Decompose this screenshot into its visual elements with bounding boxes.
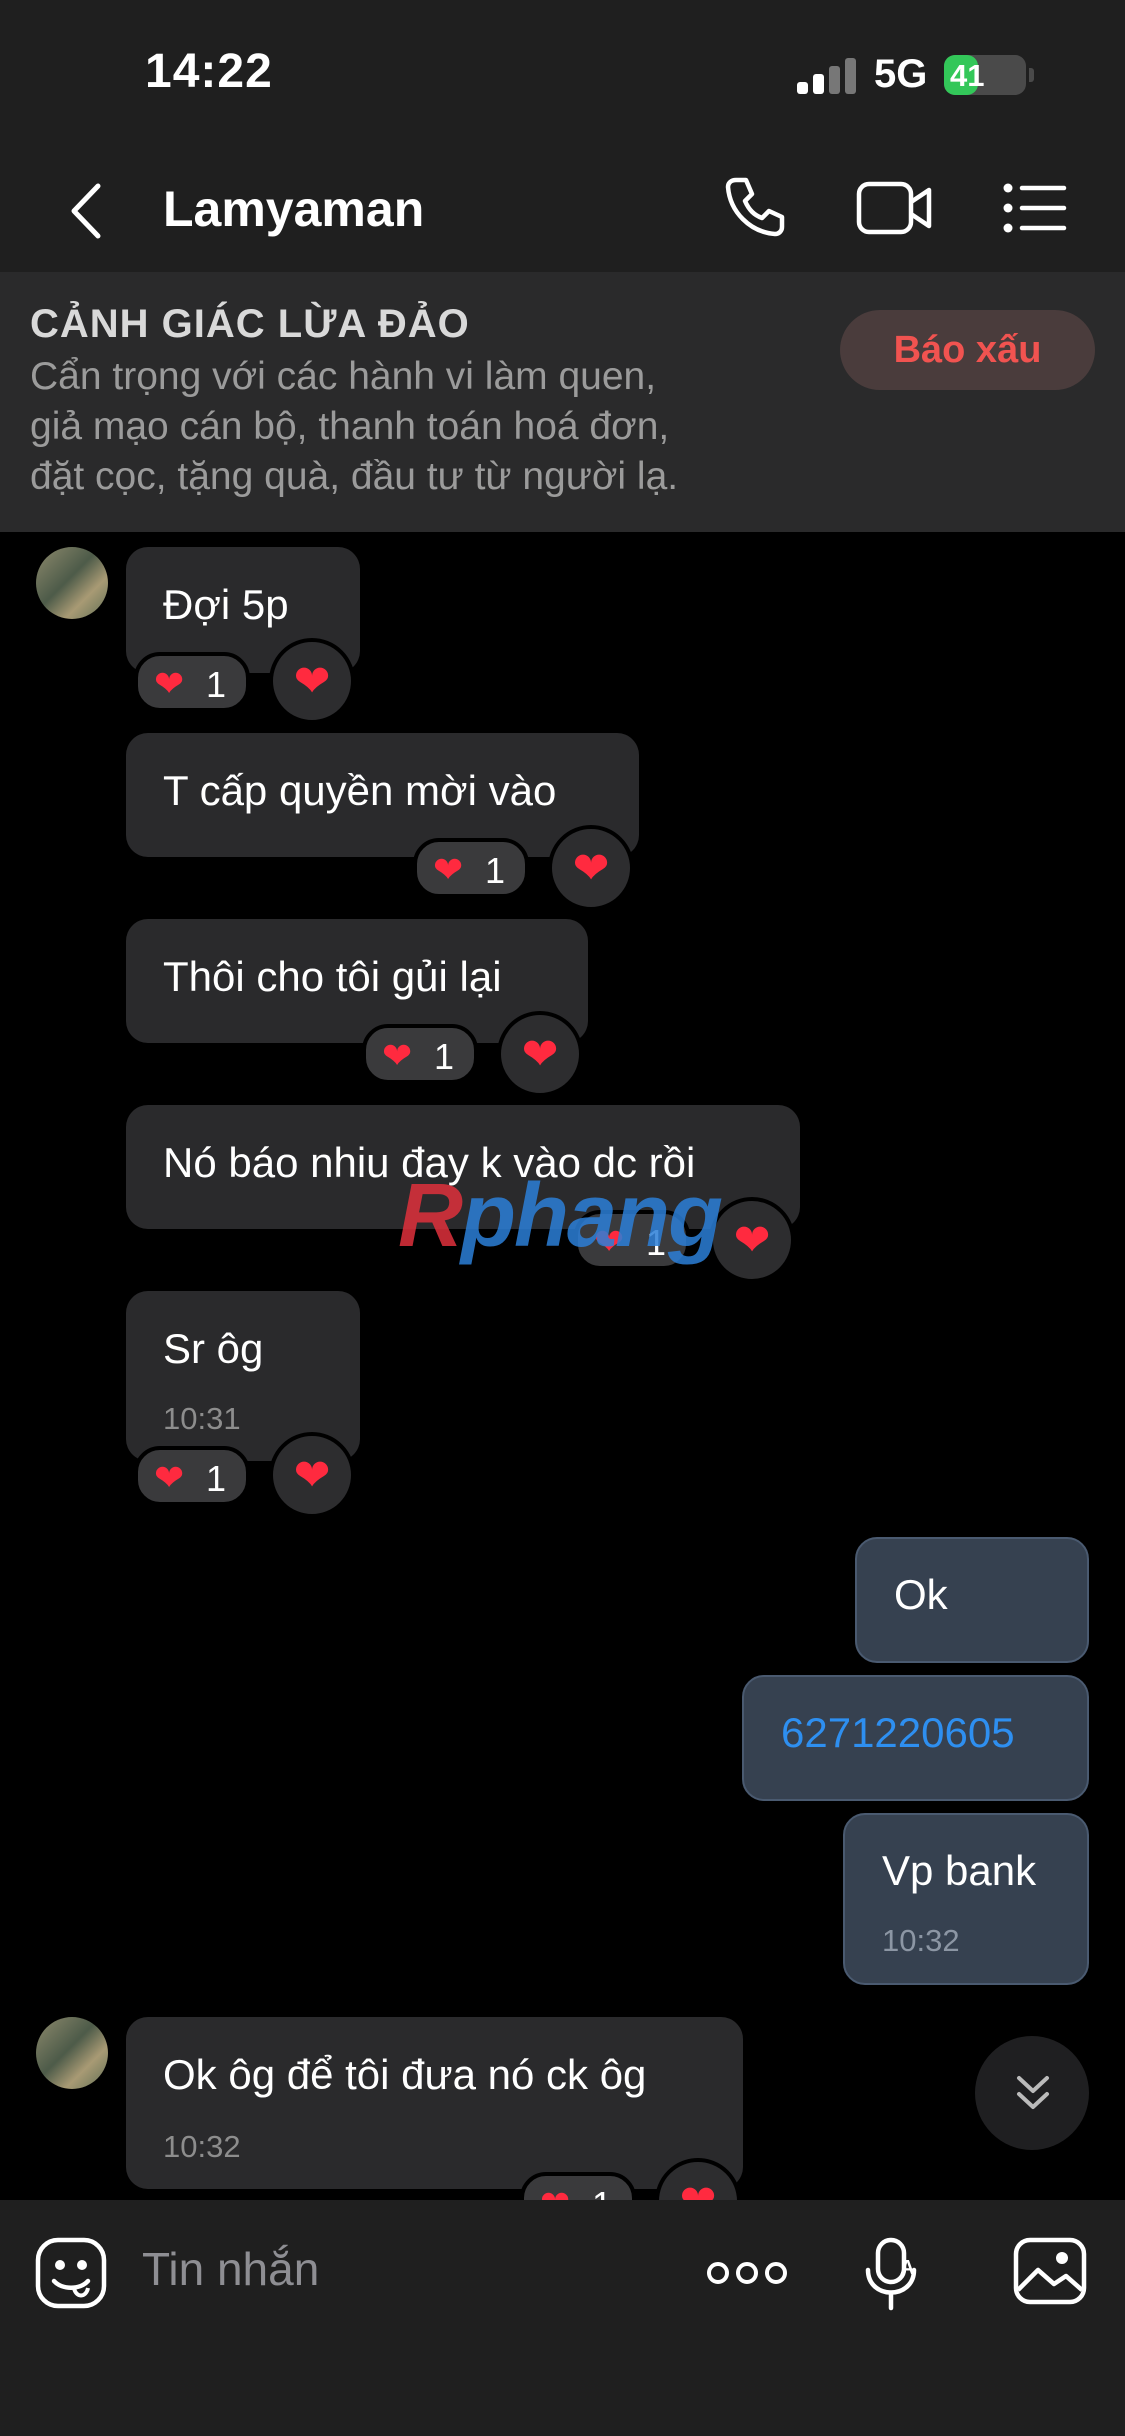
message-time: 10:32 [163, 2129, 241, 2164]
svg-text:A: A [900, 2257, 914, 2279]
battery-percent: 41 [950, 58, 985, 93]
message-text: Vp bank [882, 1847, 1037, 1894]
heart-icon: ❤ [433, 849, 464, 890]
banner-title: CẢNH GIÁC LỪA ĐẢO [30, 302, 470, 346]
chevron-left-icon[interactable] [62, 178, 112, 244]
banner-line: Cẩn trọng với các hành vi làm quen, [30, 355, 657, 398]
emoji-icon[interactable] [34, 2236, 108, 2310]
banner-body: Cẩn trọng với các hành vi làm quen, giả … [30, 352, 820, 502]
more-dots-icon[interactable] [706, 2260, 788, 2286]
heart-react-button[interactable]: ❤ [548, 825, 634, 911]
reaction-count: 1 [485, 850, 506, 891]
banner-line: đặt cọc, tặng quà, đầu tư từ người lạ. [30, 455, 679, 498]
message-text: Sr ôg [163, 1325, 264, 1372]
reaction-count: 1 [206, 1458, 227, 1499]
heart-react-button[interactable]: ❤ [709, 1197, 795, 1283]
message-time: 10:32 [882, 1923, 960, 1958]
double-chevron-down-icon [1017, 2076, 1049, 2109]
reaction-count: 1 [206, 664, 227, 705]
message-bubble[interactable]: Ok ôg để tôi đưa nó ck ôg 10:32 [126, 2017, 743, 2189]
reaction-summary[interactable]: ❤1 [134, 652, 250, 712]
heart-react-button[interactable]: ❤ [269, 1432, 355, 1518]
message-text: Đợi 5p [163, 581, 289, 628]
heart-react-button[interactable]: ❤ [497, 1011, 583, 1097]
message-text: Ok ôg để tôi đưa nó ck ôg [163, 2051, 647, 2098]
reaction-summary[interactable]: ❤1 [134, 1446, 250, 1506]
message-input-bar: Tin nhắn A [0, 2200, 1125, 2436]
banner-line: giả mạo cán bộ, thanh toán hoá đơn, [30, 405, 670, 448]
message-text: Ok [894, 1571, 948, 1618]
outgoing-message-bubble[interactable]: 6271220605 [742, 1675, 1089, 1801]
reaction-summary[interactable]: ❤1 [413, 838, 529, 898]
heart-icon: ❤ [154, 663, 185, 704]
message-time: 10:31 [163, 1401, 241, 1436]
status-time: 14:22 [145, 45, 273, 98]
report-button[interactable]: Báo xấu [840, 310, 1095, 390]
outgoing-message-bubble[interactable]: Ok [855, 1537, 1089, 1663]
battery-icon: 41 [944, 55, 1034, 95]
contact-avatar[interactable] [36, 547, 108, 619]
reaction-summary[interactable]: ❤1 [362, 1024, 478, 1084]
heart-react-button[interactable]: ❤ [269, 638, 355, 724]
status-bar: 14:22 5G 41 [0, 0, 1125, 150]
account-number-link[interactable]: 6271220605 [781, 1709, 1015, 1757]
watermark: Rphang [398, 1166, 723, 1266]
signal-icon [797, 56, 857, 94]
reaction-count: 1 [434, 1036, 455, 1077]
network-type: 5G [874, 52, 928, 96]
phone-icon[interactable] [722, 174, 788, 240]
heart-icon: ❤ [382, 1035, 413, 1076]
microphone-icon[interactable]: A [864, 2236, 920, 2312]
contact-name[interactable]: Lamyaman [163, 180, 424, 238]
image-icon[interactable] [1012, 2236, 1088, 2306]
message-text: Thôi cho tôi gủi lại [163, 953, 502, 1000]
scroll-to-bottom-button[interactable] [975, 2036, 1089, 2150]
contact-avatar[interactable] [36, 2017, 108, 2089]
heart-icon: ❤ [154, 1457, 185, 1498]
chat-header: Lamyaman [0, 150, 1125, 272]
message-input[interactable]: Tin nhắn [142, 2242, 319, 2296]
video-camera-icon[interactable] [855, 178, 935, 238]
list-icon[interactable] [1002, 180, 1068, 236]
message-text: T cấp quyền mời vào [163, 767, 557, 814]
scam-warning-banner: CẢNH GIÁC LỪA ĐẢO Cẩn trọng với các hành… [0, 272, 1125, 532]
outgoing-message-bubble[interactable]: Vp bank 10:32 [843, 1813, 1089, 1985]
